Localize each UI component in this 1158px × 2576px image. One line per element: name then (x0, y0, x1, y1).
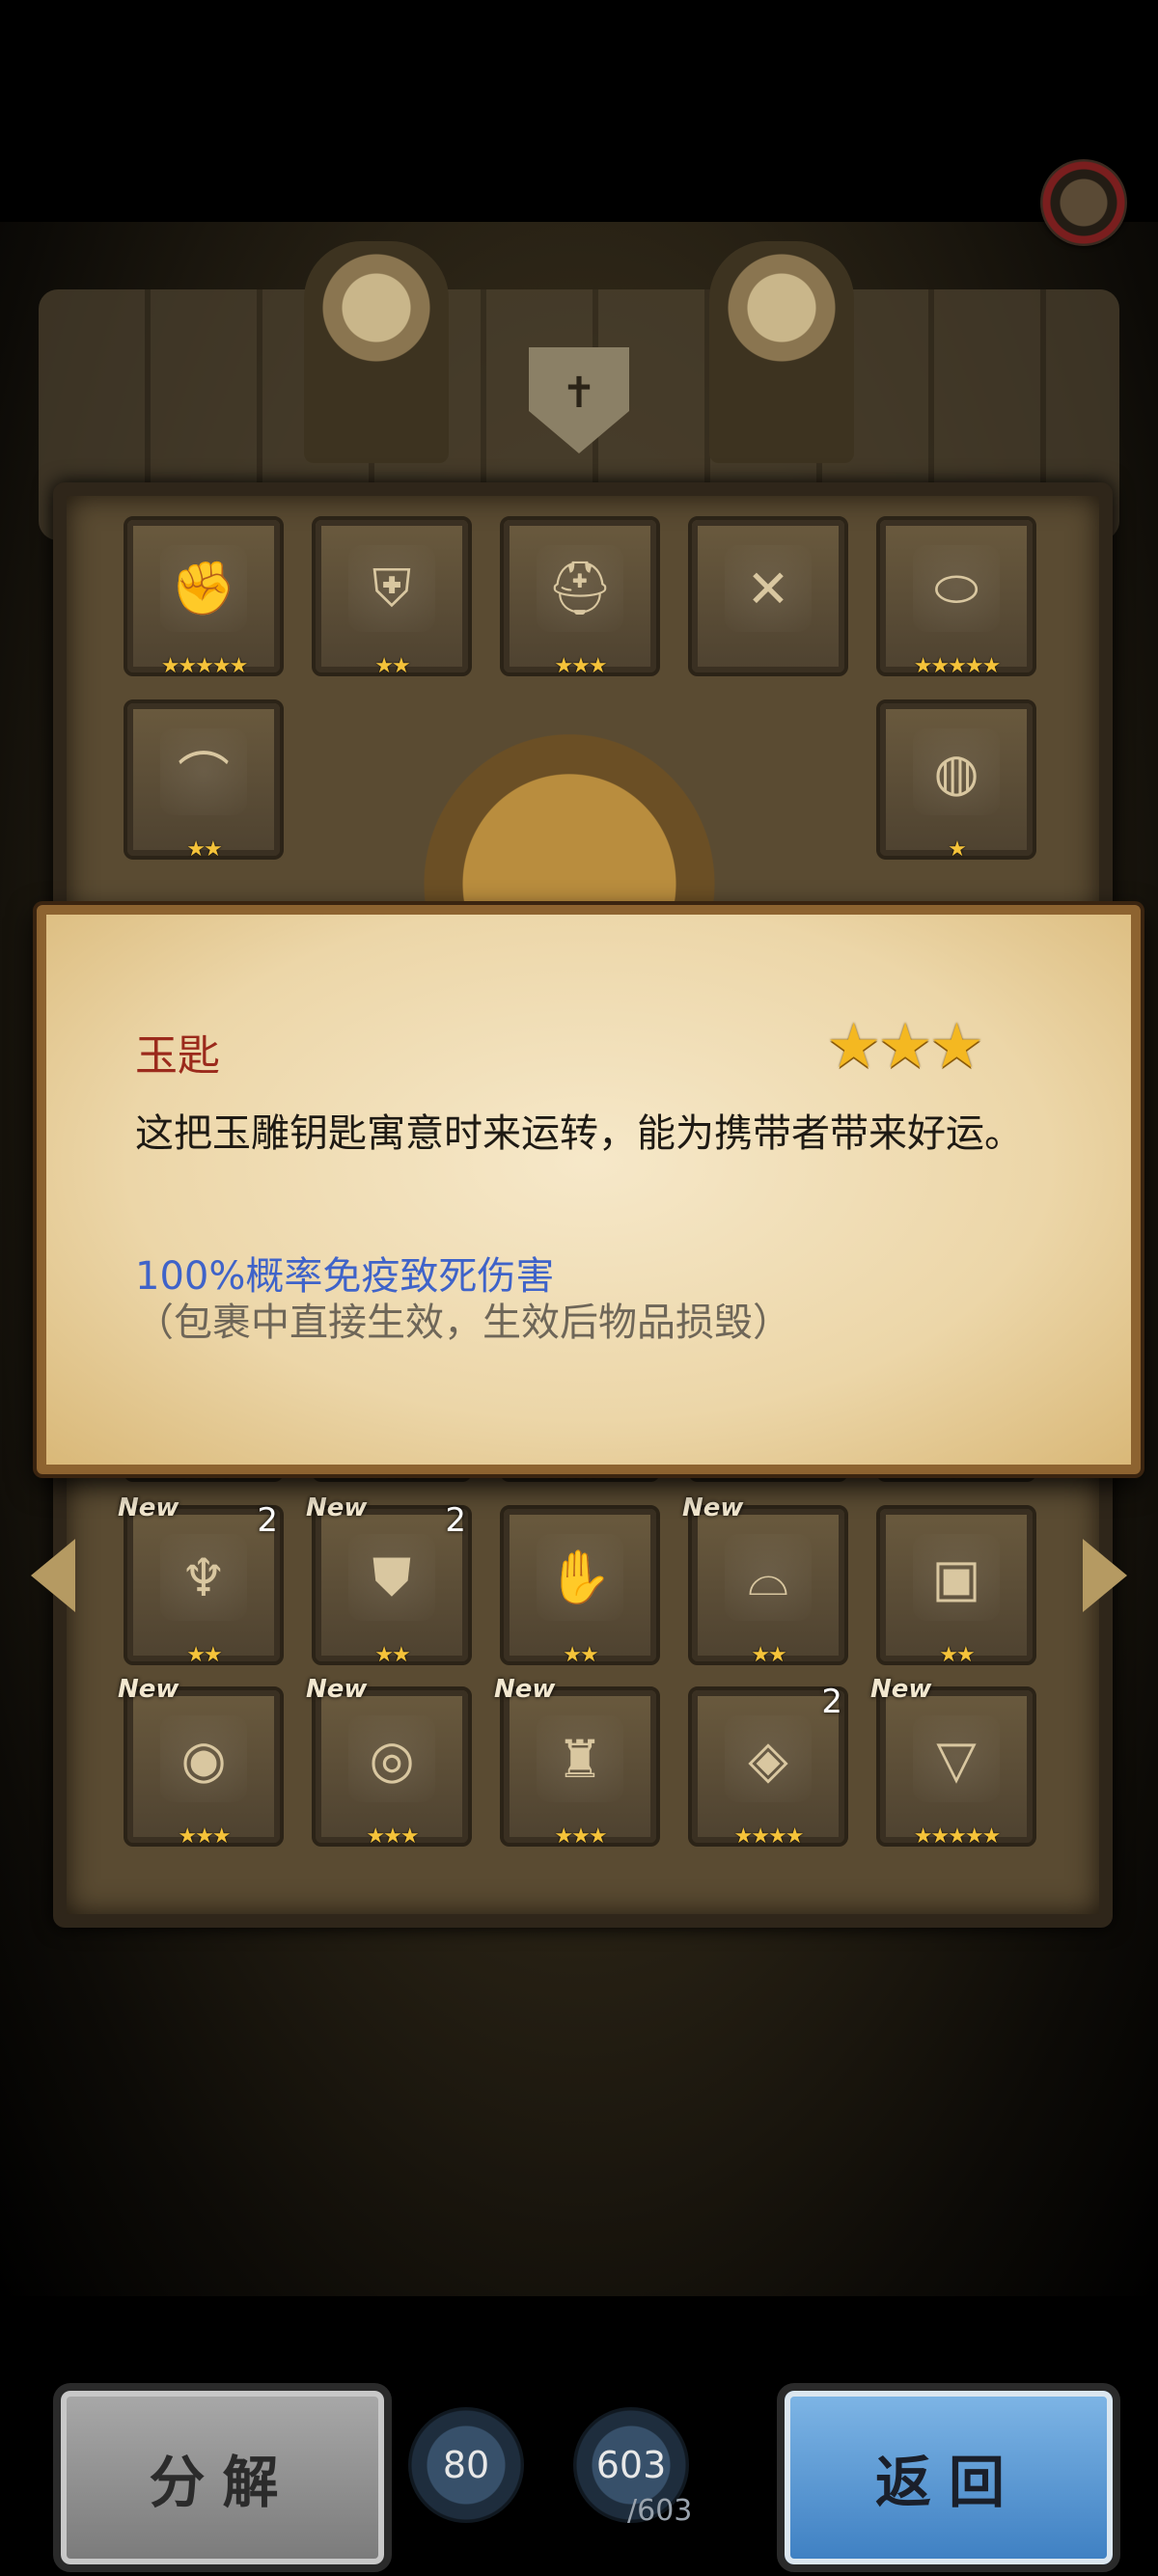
winged-helmet-icon: ♆ (160, 1534, 247, 1621)
slot-stars: ★★ (186, 837, 222, 862)
item-description: 这把玉雕钥匙寓意时来运转，能为携带者带来好运。 (135, 1111, 1023, 1156)
slot-stars: ★★ (374, 654, 410, 678)
inventory-slot[interactable]: ⛊ ★★ New 2 (306, 1494, 472, 1667)
settings-gear-icon[interactable] (1040, 159, 1127, 246)
empty-crossbow-icon: ✕ (725, 545, 812, 632)
slot-stars: ★★★ (366, 1824, 419, 1849)
inventory-slot[interactable]: ◉ ★★★ New (118, 1675, 284, 1849)
gem-ring-icon: ◎ (348, 1715, 435, 1802)
inventory-slot[interactable]: ▽ ★★★★★ New (870, 1675, 1036, 1849)
inventory-slot[interactable]: ✕ (688, 516, 848, 676)
slot-stars: ★★★ (178, 1824, 231, 1849)
slot-stars: ★★ (751, 1643, 786, 1667)
slot-stars: ★★ (939, 1643, 975, 1667)
inventory-slot[interactable]: ♜ ★★★ New (494, 1675, 660, 1849)
gauntlet-icon: ✊ (160, 545, 247, 632)
new-badge: New (682, 1494, 744, 1522)
resource-2-max: /603 (627, 2494, 693, 2528)
item-count: 2 (445, 1501, 466, 1540)
back-button[interactable]: 返回 (777, 2383, 1120, 2572)
necklace-icon: ▽ (913, 1715, 1000, 1802)
slot-stars: ★★★★★ (913, 1824, 1002, 1849)
slot-stars: ★★ (374, 1643, 410, 1667)
new-badge: New (306, 1675, 368, 1704)
left-pillar (304, 241, 449, 463)
inventory-slot[interactable]: ⌒ ★★ (124, 699, 284, 862)
resource-1-value: 80 (442, 2444, 490, 2486)
bracer-icon: ◉ (160, 1715, 247, 1802)
inventory-slot[interactable]: ⬭ ★★★★★ (876, 516, 1036, 678)
item-rarity-stars: ★★★ (826, 1011, 984, 1082)
chest-icon: ▣ (913, 1534, 1000, 1621)
inventory-slot[interactable]: ♆ ★★ New 2 (118, 1494, 284, 1667)
gold-gauntlet-icon: ✋ (537, 1534, 623, 1621)
decompose-button[interactable]: 分解 (53, 2383, 392, 2572)
inventory-slot[interactable]: ◈ ★★★★ 2 (688, 1683, 848, 1849)
new-badge: New (118, 1494, 179, 1522)
slot-stars: ★★★★★ (160, 654, 249, 678)
inventory-slot[interactable]: ▣ ★★ (876, 1505, 1036, 1667)
right-pillar (709, 241, 854, 463)
slot-stars: ★★★ (554, 1824, 607, 1849)
new-badge: New (306, 1494, 368, 1522)
resource-orb-1: 80 (408, 2407, 524, 2523)
slot-stars: ★★★★★ (913, 654, 1002, 678)
prev-page-arrow-icon[interactable] (31, 1539, 75, 1612)
helmet-icon: ⛑ (537, 545, 623, 632)
slot-stars: ★★★★ (733, 1824, 805, 1849)
pauldron-icon: ⌓ (725, 1534, 812, 1621)
inventory-slot[interactable]: ⌓ ★★ New (682, 1494, 848, 1667)
new-badge: New (118, 1675, 179, 1704)
shoulder-icon: ⌒ (160, 728, 247, 815)
amulet-icon: ◈ (725, 1715, 812, 1802)
next-page-arrow-icon[interactable] (1083, 1539, 1127, 1612)
ring-icon: ◍ (913, 728, 1000, 815)
item-tooltip: 玉匙 ★★★ 这把玉雕钥匙寓意时来运转，能为携带者带来好运。 100%概率免疫致… (37, 905, 1141, 1474)
inventory-slot[interactable]: ◎ ★★★ New (306, 1675, 472, 1849)
armor-icon: ⛨ (348, 545, 435, 632)
item-count: 2 (821, 1683, 842, 1721)
slot-stars: ★ (948, 837, 967, 862)
fur-cloak-icon: ♜ (537, 1715, 623, 1802)
item-effect-note: （包裹中直接生效，生效后物品损毁） (135, 1301, 791, 1345)
chest-armor-icon: ⛊ (348, 1534, 435, 1621)
new-badge: New (870, 1675, 932, 1704)
item-name: 玉匙 (135, 1031, 220, 1081)
inventory-slot[interactable]: ✋ ★★ (500, 1505, 660, 1667)
slot-stars: ★★ (186, 1643, 222, 1667)
lock-pendant-icon: ⬭ (913, 545, 1000, 632)
slot-stars: ★★★ (554, 654, 607, 678)
resource-2-value: 603 (595, 2444, 667, 2486)
item-count: 2 (257, 1501, 278, 1540)
inventory-slot[interactable]: ⛨ ★★ (312, 516, 472, 678)
new-badge: New (494, 1675, 556, 1704)
inventory-slot[interactable]: ◍ ★ (876, 699, 1036, 862)
slot-stars: ★★ (563, 1643, 598, 1667)
inventory-slot[interactable]: ⛑ ★★★ (500, 516, 660, 678)
inventory-slot[interactable]: ✊ ★★★★★ (124, 516, 284, 678)
